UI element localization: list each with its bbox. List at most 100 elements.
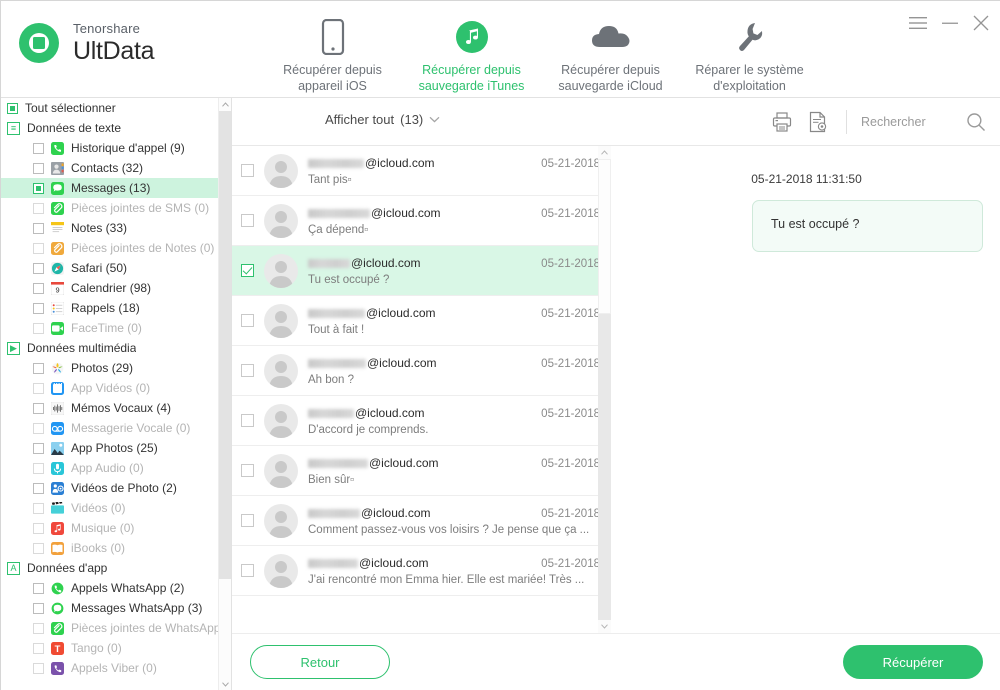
list-scroll-up-icon[interactable] bbox=[598, 146, 611, 159]
avatar bbox=[264, 403, 298, 438]
filter-dropdown[interactable]: Afficher tout (13) bbox=[325, 112, 440, 127]
item-checkbox[interactable] bbox=[33, 482, 44, 494]
sidebar-item-0-1[interactable]: Contacts (32) bbox=[1, 158, 231, 178]
table-row[interactable]: @icloud.com 05-21-2018 Ah bon ? bbox=[232, 346, 610, 396]
item-checkbox[interactable] bbox=[33, 442, 44, 454]
sidebar-item-2-1[interactable]: Messages WhatsApp (3) bbox=[1, 598, 231, 618]
sidebar-item-1-6[interactable]: Vidéos de Photo (2) bbox=[1, 478, 231, 498]
sidebar-item-1-4[interactable]: App Photos (25) bbox=[1, 438, 231, 458]
row-checkbox[interactable] bbox=[241, 414, 254, 427]
item-checkbox[interactable] bbox=[33, 602, 44, 614]
row-checkbox[interactable] bbox=[241, 264, 254, 277]
tab-recover-from-itunes-backup[interactable]: Récupérer depuis sauvegarde iTunes bbox=[402, 9, 541, 103]
sidebar-item-0-0[interactable]: Historique d'appel (9) bbox=[1, 138, 231, 158]
sidebar-item-1-0[interactable]: Photos (29) bbox=[1, 358, 231, 378]
item-checkbox[interactable] bbox=[33, 162, 44, 174]
hamburger-icon[interactable] bbox=[909, 16, 927, 30]
printer-icon[interactable] bbox=[764, 109, 800, 135]
sidebar-item-1-2[interactable]: Mémos Vocaux (4) bbox=[1, 398, 231, 418]
list-scroll-down-icon[interactable] bbox=[598, 620, 611, 633]
item-checkbox[interactable] bbox=[33, 142, 44, 154]
item-checkbox[interactable] bbox=[33, 462, 44, 474]
export-document-icon[interactable] bbox=[800, 109, 836, 135]
search-input[interactable] bbox=[861, 115, 951, 129]
sidebar-scroll-thumb[interactable] bbox=[219, 111, 231, 579]
sidebar-item-2-4[interactable]: Appels Viber (0) bbox=[1, 658, 231, 678]
sidebar-item-0-4[interactable]: Notes (33) bbox=[1, 218, 231, 238]
item-checkbox[interactable] bbox=[33, 262, 44, 274]
item-checkbox[interactable] bbox=[33, 302, 44, 314]
message-list-scrollbar[interactable] bbox=[598, 146, 611, 633]
item-checkbox[interactable] bbox=[33, 522, 44, 534]
item-checkbox[interactable] bbox=[33, 362, 44, 374]
item-checkbox[interactable] bbox=[33, 422, 44, 434]
list-scroll-thumb[interactable] bbox=[598, 159, 611, 314]
item-checkbox[interactable] bbox=[33, 502, 44, 514]
sidebar-item-1-1[interactable]: App Vidéos (0) bbox=[1, 378, 231, 398]
row-checkbox[interactable] bbox=[241, 464, 254, 477]
sidebar-select-all[interactable]: Tout sélectionner bbox=[1, 98, 231, 118]
row-checkbox[interactable] bbox=[241, 164, 254, 177]
item-checkbox[interactable] bbox=[33, 642, 44, 654]
sidebar-item-2-0[interactable]: Appels WhatsApp (2) bbox=[1, 578, 231, 598]
sidebar-item-2-2[interactable]: Pièces jointes de WhatsApp (0) bbox=[1, 618, 231, 638]
sidebar-group-0[interactable]: ≡ Données de texte bbox=[1, 118, 231, 138]
sidebar-item-1-8[interactable]: Musique (0) bbox=[1, 518, 231, 538]
item-checkbox[interactable] bbox=[33, 182, 44, 194]
item-checkbox[interactable] bbox=[33, 402, 44, 414]
row-checkbox[interactable] bbox=[241, 314, 254, 327]
item-checkbox[interactable] bbox=[33, 202, 44, 214]
item-checkbox[interactable] bbox=[33, 242, 44, 254]
sidebar-item-1-9[interactable]: iBooks (0) bbox=[1, 538, 231, 558]
item-checkbox[interactable] bbox=[33, 222, 44, 234]
sidebar-scrollbar[interactable] bbox=[218, 98, 231, 690]
sidebar-item-0-9[interactable]: FaceTime (0) bbox=[1, 318, 231, 338]
sidebar-item-1-5[interactable]: App Audio (0) bbox=[1, 458, 231, 478]
sidebar-item-0-5[interactable]: Pièces jointes de Notes (0) bbox=[1, 238, 231, 258]
sidebar-item-0-3[interactable]: Pièces jointes de SMS (0) bbox=[1, 198, 231, 218]
sidebar-item-0-2[interactable]: Messages (13) bbox=[1, 178, 231, 198]
tab-recover-from-icloud-backup[interactable]: Récupérer depuis sauvegarde iCloud bbox=[541, 9, 680, 95]
tab-recover-from-ios-device[interactable]: Récupérer depuis appareil iOS bbox=[263, 9, 402, 95]
row-checkbox[interactable] bbox=[241, 514, 254, 527]
app-videos-icon bbox=[51, 381, 64, 395]
sidebar-item-1-7[interactable]: Vidéos (0) bbox=[1, 498, 231, 518]
search-icon[interactable] bbox=[961, 109, 991, 135]
item-checkbox[interactable] bbox=[33, 382, 44, 394]
sidebar-item-label: Calendrier (98) bbox=[71, 281, 152, 295]
item-checkbox[interactable] bbox=[33, 662, 44, 674]
sidebar-item-2-3[interactable]: T Tango (0) bbox=[1, 638, 231, 658]
table-row[interactable]: @icloud.com 05-21-2018 J'ai rencontré mon … bbox=[232, 546, 610, 596]
minimize-icon[interactable] bbox=[942, 16, 958, 30]
sidebar-item-0-8[interactable]: Rappels (18) bbox=[1, 298, 231, 318]
notes-icon bbox=[51, 221, 64, 235]
table-row[interactable]: @icloud.com 05-21-2018 Ça dépend▫ bbox=[232, 196, 610, 246]
sidebar-item-0-6[interactable]: Safari (50) bbox=[1, 258, 231, 278]
back-button[interactable]: Retour bbox=[250, 645, 390, 679]
scroll-up-arrow-icon[interactable] bbox=[219, 98, 231, 111]
item-checkbox[interactable] bbox=[33, 282, 44, 294]
sidebar-item-0-7[interactable]: 9 Calendrier (98) bbox=[1, 278, 231, 298]
item-checkbox[interactable] bbox=[33, 322, 44, 334]
row-checkbox[interactable] bbox=[241, 214, 254, 227]
recover-button[interactable]: Récupérer bbox=[843, 645, 983, 679]
item-checkbox[interactable] bbox=[33, 582, 44, 594]
sidebar-item-1-3[interactable]: Messagerie Vocale (0) bbox=[1, 418, 231, 438]
row-checkbox[interactable] bbox=[241, 364, 254, 377]
table-row[interactable]: @icloud.com 05-21-2018 Tout à fait ! bbox=[232, 296, 610, 346]
tab-repair-operating-system[interactable]: Réparer le système d'exploitation bbox=[680, 9, 819, 95]
table-row[interactable]: @icloud.com 05-21-2018 Tu est occupé ? bbox=[232, 246, 610, 296]
table-row[interactable]: @icloud.com 05-21-2018 Tant pis▫ bbox=[232, 146, 610, 196]
filter-label: Afficher tout bbox=[325, 112, 395, 127]
table-row[interactable]: @icloud.com 05-21-2018 D'accord je compren… bbox=[232, 396, 610, 446]
table-row[interactable]: @icloud.com 05-21-2018 Comment passez-vous… bbox=[232, 496, 610, 546]
item-checkbox[interactable] bbox=[33, 622, 44, 634]
item-checkbox[interactable] bbox=[33, 542, 44, 554]
scroll-down-arrow-icon[interactable] bbox=[219, 678, 231, 690]
table-row[interactable]: @icloud.com 05-21-2018 Bien sûr▫ bbox=[232, 446, 610, 496]
select-all-checkbox[interactable] bbox=[7, 102, 18, 114]
sidebar-group-1[interactable]: ▶ Données multimédia bbox=[1, 338, 231, 358]
sidebar-group-2[interactable]: A Données d'app bbox=[1, 558, 231, 578]
row-checkbox[interactable] bbox=[241, 564, 254, 577]
close-icon[interactable] bbox=[973, 15, 989, 31]
